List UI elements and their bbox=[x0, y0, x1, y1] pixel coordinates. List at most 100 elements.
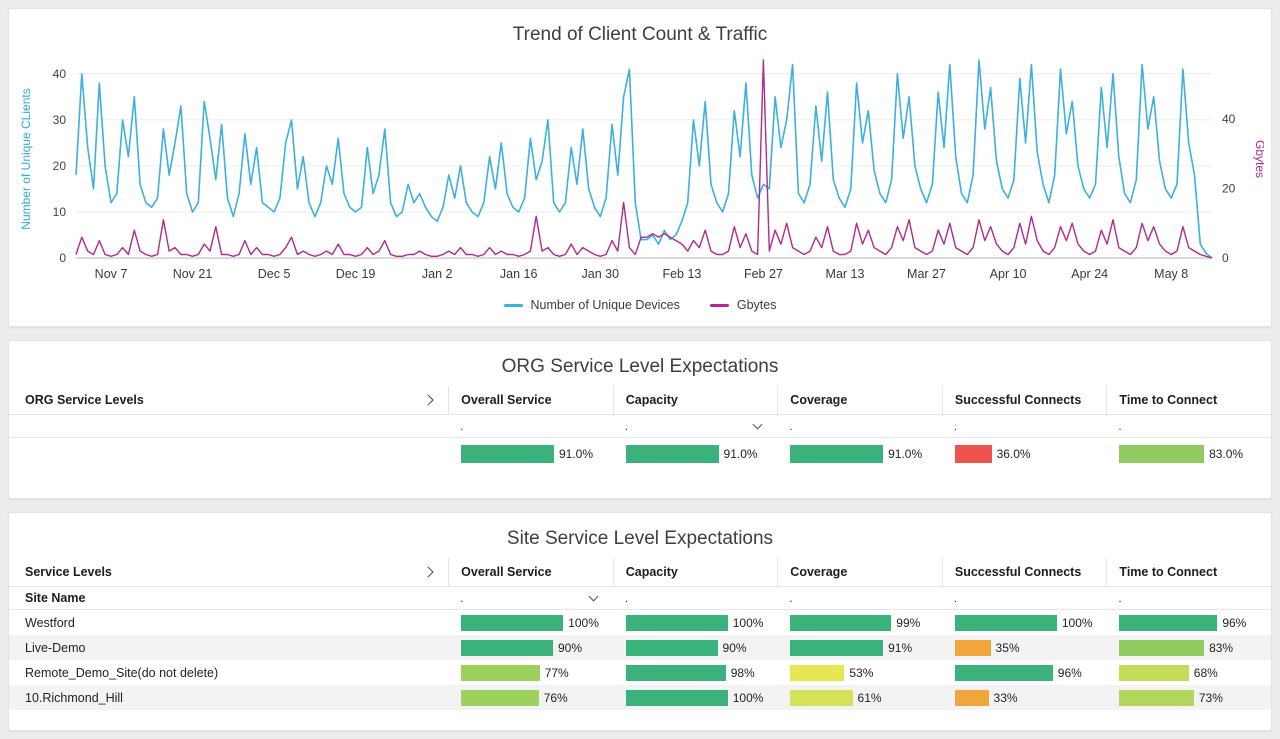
sle-value: 33% bbox=[994, 691, 1018, 705]
column-header-capacity[interactable]: Capacity bbox=[613, 558, 778, 586]
trend-line-chart: 01020304002040Nov 7Nov 21Dec 5Dec 19Jan … bbox=[16, 54, 1264, 292]
svg-text:Jan 16: Jan 16 bbox=[500, 267, 538, 281]
site-filter-capacity[interactable]: . bbox=[613, 587, 778, 609]
trend-chart-card: Trend of Client Count & Traffic 01020304… bbox=[8, 8, 1272, 327]
svg-text:Nov 7: Nov 7 bbox=[95, 267, 128, 281]
sle-value: 68% bbox=[1194, 666, 1218, 680]
sle-value: 91.0% bbox=[888, 447, 922, 461]
sle-bar bbox=[790, 690, 852, 706]
site-filter-time-to-connect[interactable]: . bbox=[1106, 587, 1271, 609]
sle-bar bbox=[790, 445, 883, 463]
sle-value: 61% bbox=[858, 691, 882, 705]
svg-text:Nov 21: Nov 21 bbox=[173, 267, 213, 281]
site-name-column-header[interactable]: Service Levels bbox=[9, 558, 448, 586]
sle-value: 36.0% bbox=[997, 447, 1031, 461]
sle-value: 83% bbox=[1209, 641, 1233, 655]
site-filter-row: Site Name . . . . . bbox=[9, 587, 1271, 610]
svg-text:May 8: May 8 bbox=[1154, 267, 1188, 281]
site-name-link[interactable]: 10.Richmond_Hill bbox=[9, 686, 448, 710]
site-sle-card: Site Service Level Expectations Service … bbox=[8, 512, 1272, 731]
org-filter-successful-connects[interactable]: . bbox=[942, 415, 1107, 437]
svg-text:20: 20 bbox=[53, 159, 67, 173]
table-row[interactable]: Westford 100% 100% 99% 100% 96% bbox=[9, 610, 1271, 635]
org-sle-table: ORG Service Levels Overall Service Capac… bbox=[9, 386, 1271, 470]
svg-text:Jan 30: Jan 30 bbox=[582, 267, 620, 281]
svg-text:40: 40 bbox=[1222, 112, 1236, 126]
svg-text:Feb 27: Feb 27 bbox=[744, 267, 783, 281]
org-name-column-header[interactable]: ORG Service Levels bbox=[9, 386, 448, 414]
site-name-link[interactable]: Westford bbox=[9, 611, 448, 635]
sle-value: 91% bbox=[888, 641, 912, 655]
sle-bar bbox=[626, 665, 726, 681]
sle-value: 100% bbox=[733, 691, 764, 705]
column-header-time-to-connect[interactable]: Time to Connect bbox=[1106, 558, 1271, 586]
sle-bar bbox=[626, 640, 718, 656]
svg-text:Apr 24: Apr 24 bbox=[1071, 267, 1108, 281]
column-header-coverage[interactable]: Coverage bbox=[777, 558, 942, 586]
column-header-successful-connects[interactable]: Successful Connects bbox=[942, 558, 1107, 586]
svg-text:Feb 13: Feb 13 bbox=[662, 267, 701, 281]
column-header-capacity[interactable]: Capacity bbox=[613, 386, 778, 414]
site-name-link[interactable]: Remote_Demo_Site(do not delete) bbox=[9, 661, 448, 685]
column-header-time-to-connect[interactable]: Time to Connect bbox=[1106, 386, 1271, 414]
sle-value: 77% bbox=[545, 666, 569, 680]
org-filter-row: . . . . . bbox=[9, 415, 1271, 438]
legend-item-gbytes[interactable]: Gbytes bbox=[710, 298, 777, 312]
site-name-subheader: Site Name bbox=[9, 587, 448, 609]
org-row-name bbox=[9, 449, 448, 459]
site-name-link[interactable]: Live-Demo bbox=[9, 636, 448, 660]
site-table-header-row: Service Levels Overall Service Capacity … bbox=[9, 558, 1271, 587]
sle-bar bbox=[461, 615, 563, 631]
chart-area: 01020304002040Nov 7Nov 21Dec 5Dec 19Jan … bbox=[9, 54, 1271, 292]
sle-bar bbox=[626, 615, 728, 631]
org-table-header-row: ORG Service Levels Overall Service Capac… bbox=[9, 386, 1271, 415]
chevron-down-icon[interactable] bbox=[753, 420, 763, 430]
sle-value: 91.0% bbox=[724, 447, 758, 461]
sle-bar bbox=[626, 445, 719, 463]
site-name-header-label: Service Levels bbox=[25, 565, 112, 579]
sle-bar bbox=[461, 665, 540, 681]
chevron-right-icon[interactable] bbox=[423, 394, 434, 405]
column-header-overall-service[interactable]: Overall Service bbox=[448, 386, 613, 414]
chevron-right-icon[interactable] bbox=[423, 566, 434, 577]
svg-text:20: 20 bbox=[1222, 182, 1236, 196]
sle-bar bbox=[1119, 665, 1188, 681]
column-header-coverage[interactable]: Coverage bbox=[777, 386, 942, 414]
site-filter-coverage[interactable]: . bbox=[777, 587, 942, 609]
svg-text:Number of Unique CLients: Number of Unique CLients bbox=[19, 88, 33, 229]
org-filter-name-cell bbox=[9, 422, 448, 430]
table-row[interactable]: Remote_Demo_Site(do not delete) 77% 98% … bbox=[9, 660, 1271, 685]
site-filter-successful-connects[interactable]: . bbox=[942, 587, 1107, 609]
svg-text:0: 0 bbox=[1222, 251, 1229, 265]
org-filter-time-to-connect[interactable]: . bbox=[1106, 415, 1271, 437]
org-filter-overall-service[interactable]: . bbox=[448, 415, 613, 437]
org-sle-title: ORG Service Level Expectations bbox=[9, 356, 1271, 378]
sle-value: 53% bbox=[849, 666, 873, 680]
svg-text:Jan 2: Jan 2 bbox=[422, 267, 453, 281]
cyan-line-swatch-icon bbox=[504, 304, 523, 307]
dashboard-page: Trend of Client Count & Traffic 01020304… bbox=[0, 0, 1280, 739]
sle-value: 76% bbox=[544, 691, 568, 705]
svg-text:10: 10 bbox=[53, 205, 67, 219]
site-sle-title: Site Service Level Expectations bbox=[9, 528, 1271, 550]
sle-bar bbox=[790, 615, 891, 631]
svg-text:Apr 10: Apr 10 bbox=[990, 267, 1027, 281]
chart-title: Trend of Client Count & Traffic bbox=[9, 24, 1271, 46]
svg-text:40: 40 bbox=[53, 67, 67, 81]
chevron-down-icon[interactable] bbox=[588, 592, 598, 602]
org-filter-capacity[interactable]: . bbox=[613, 415, 778, 437]
svg-text:Mar 27: Mar 27 bbox=[907, 267, 946, 281]
sle-bar bbox=[955, 615, 1057, 631]
site-filter-overall-service[interactable]: . bbox=[448, 587, 613, 609]
table-row[interactable]: 10.Richmond_Hill 76% 100% 61% 33% 73% bbox=[9, 685, 1271, 710]
column-header-successful-connects[interactable]: Successful Connects bbox=[942, 386, 1107, 414]
org-filter-coverage[interactable]: . bbox=[777, 415, 942, 437]
sle-bar bbox=[461, 445, 554, 463]
sle-bar bbox=[1119, 615, 1217, 631]
sle-value: 100% bbox=[733, 616, 764, 630]
sle-value: 96% bbox=[1058, 666, 1082, 680]
table-row[interactable]: Live-Demo 90% 90% 91% 35% 83% bbox=[9, 635, 1271, 660]
legend-item-unique-devices[interactable]: Number of Unique Devices bbox=[504, 298, 680, 312]
column-header-overall-service[interactable]: Overall Service bbox=[448, 558, 613, 586]
org-sle-data-row[interactable]: 91.0% 91.0% 91.0% 36.0% 83.0% bbox=[9, 438, 1271, 470]
